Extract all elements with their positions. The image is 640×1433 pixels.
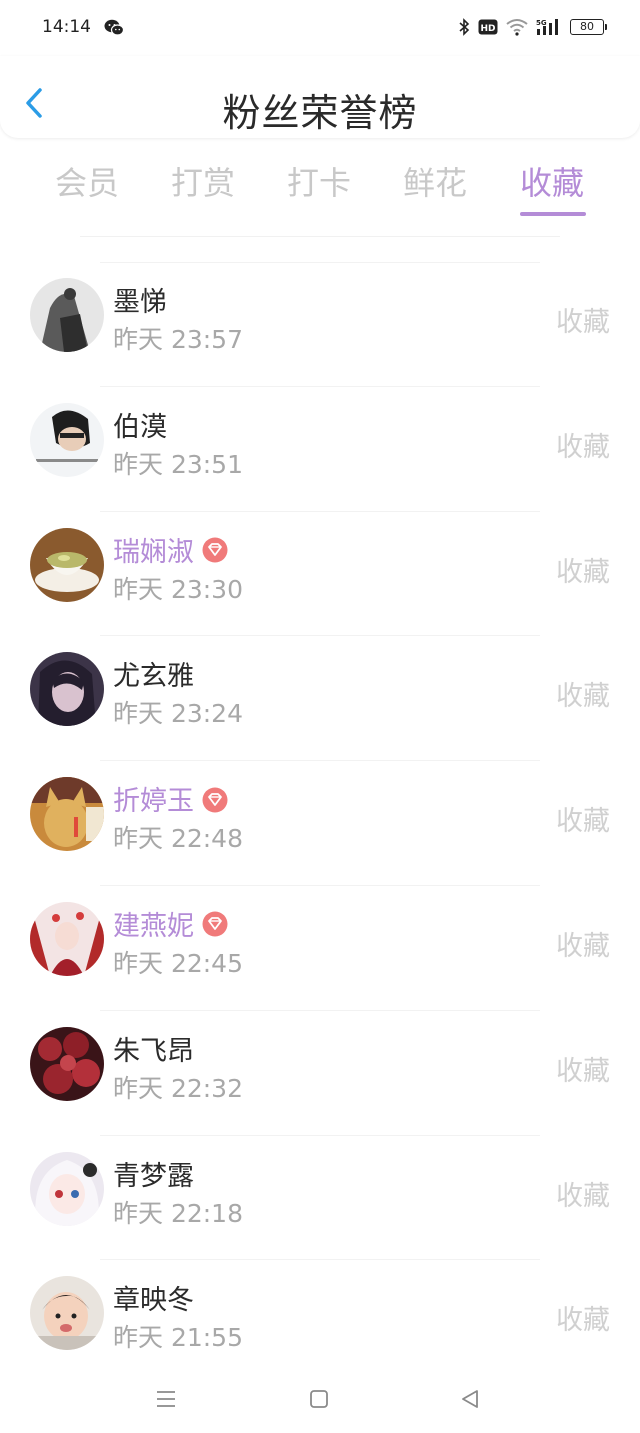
tab-reward[interactable]: 打赏: [157, 158, 249, 204]
fan-name-text: 瑞娴淑: [113, 536, 194, 568]
list-item[interactable]: 伯漠 昨天 23:51 收藏: [0, 387, 640, 512]
menu-icon[interactable]: [151, 1384, 181, 1414]
vip-badge-icon: [202, 537, 228, 563]
action-label: 收藏: [556, 806, 610, 838]
list-item[interactable]: 青梦露 昨天 22:18 收藏: [0, 1136, 640, 1261]
avatar[interactable]: [30, 1151, 104, 1226]
action-label: 收藏: [556, 1055, 610, 1087]
fan-time: 昨天 23:51: [113, 449, 243, 479]
fan-name-text: 折婷玉: [113, 786, 194, 818]
tab-flowers[interactable]: 鲜花: [389, 158, 481, 204]
back-triangle-icon[interactable]: [456, 1384, 486, 1414]
tab-active-indicator: [520, 212, 586, 216]
list-item[interactable]: 折婷玉 昨天 22:48 收藏: [0, 761, 640, 886]
avatar[interactable]: [30, 1026, 104, 1101]
action-label: 收藏: [556, 556, 610, 588]
fan-time: 昨天 22:48: [113, 824, 243, 854]
fan-time: 昨天 22:18: [113, 1198, 243, 1228]
signal-5g-icon: 5G: [536, 19, 558, 35]
action-label: 收藏: [556, 431, 610, 463]
bluetooth-icon: [459, 18, 470, 36]
fan-name[interactable]: 建燕妮: [113, 904, 228, 943]
avatar[interactable]: [30, 652, 104, 727]
home-square-icon[interactable]: [304, 1384, 334, 1414]
action-label: 收藏: [556, 1305, 610, 1337]
action-label: 收藏: [556, 930, 610, 962]
list-item[interactable]: 尤玄雅 昨天 23:24 收藏: [0, 636, 640, 762]
divider: [80, 236, 560, 237]
list-item[interactable]: 墨悌 昨天 23:57 收藏: [0, 262, 640, 387]
fan-name[interactable]: 折婷玉: [113, 779, 228, 818]
avatar[interactable]: [30, 527, 104, 602]
hd-icon: HD: [478, 19, 498, 35]
battery-icon: 80: [570, 19, 607, 35]
avatar[interactable]: [30, 901, 104, 976]
fan-name-text: 建燕妮: [113, 910, 194, 942]
status-icons: HD 5G 80: [458, 16, 607, 38]
fan-name[interactable]: 章映冬: [113, 1278, 194, 1317]
list-item[interactable]: 建燕妮 昨天 22:45 收藏: [0, 886, 640, 1011]
action-label: 收藏: [556, 681, 610, 713]
tab-checkin[interactable]: 打卡: [273, 158, 365, 204]
fan-time: 昨天 22:32: [113, 1073, 243, 1103]
vip-badge-icon: [202, 911, 228, 937]
fan-name[interactable]: 墨悌: [113, 280, 167, 319]
wifi-icon: [506, 19, 528, 36]
avatar[interactable]: [30, 278, 104, 352]
wechat-icon: [104, 19, 124, 36]
fan-name[interactable]: 伯漠: [113, 405, 167, 444]
fan-time: 昨天 23:57: [113, 325, 243, 354]
fan-name[interactable]: 青梦露: [113, 1154, 194, 1193]
avatar[interactable]: [30, 777, 104, 852]
system-nav-bar: [0, 1366, 640, 1433]
svg-text:HD: HD: [480, 24, 495, 34]
avatar[interactable]: [30, 1276, 104, 1351]
fan-time: 昨天 23:30: [113, 574, 243, 604]
header: 粉丝荣誉榜: [0, 56, 640, 138]
avatar[interactable]: [30, 402, 104, 477]
svg-text:5G: 5G: [536, 19, 547, 27]
action-label: 收藏: [556, 307, 610, 338]
fan-name[interactable]: 瑞娴淑: [113, 530, 228, 569]
fan-time: 昨天 22:45: [113, 948, 243, 978]
fan-name[interactable]: 尤玄雅: [113, 654, 194, 693]
fan-name[interactable]: 朱飞昂: [113, 1029, 194, 1068]
tab-membership[interactable]: 会员: [41, 158, 133, 204]
page-title: 粉丝荣誉榜: [222, 91, 418, 135]
tab-bar: 会员 打赏 打卡 鲜花 收藏: [0, 150, 640, 220]
fan-time: 昨天 21:55: [113, 1323, 243, 1353]
tab-favorites[interactable]: 收藏: [506, 158, 598, 204]
list-item[interactable]: 朱飞昂 昨天 22:32 收藏: [0, 1011, 640, 1136]
fan-time: 昨天 23:24: [113, 699, 243, 729]
fan-list: 墨悌 昨天 23:57 收藏 伯漠 昨天 23:51 收藏 瑞娴淑 昨天 23:…: [0, 262, 640, 1385]
status-time: 14:14: [42, 17, 91, 37]
status-bar: 14:14 HD 5G 80: [0, 0, 640, 56]
action-label: 收藏: [556, 1180, 610, 1212]
list-item[interactable]: 瑞娴淑 昨天 23:30 收藏: [0, 512, 640, 637]
vip-badge-icon: [202, 787, 228, 813]
